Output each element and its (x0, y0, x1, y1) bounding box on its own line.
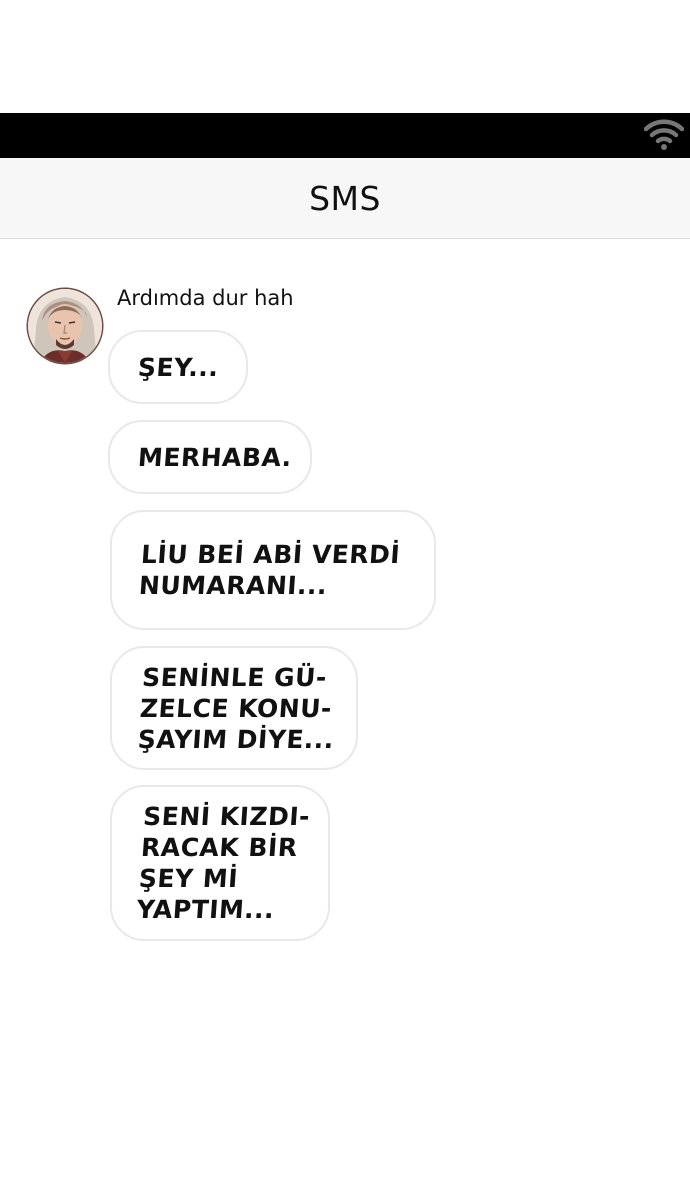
wifi-icon (644, 119, 684, 150)
app-header: SMS (0, 158, 690, 239)
page-title: SMS (309, 178, 381, 218)
status-bar (0, 113, 690, 158)
message-bubble[interactable]: MERHABA. (108, 420, 312, 494)
message-text: SENİNLE GÜ- ZELCE KONU- ŞAYIM DİYE... (136, 662, 336, 754)
message-text: SENİ KIZDI- RACAK BİR ŞEY Mİ YAPTIM... (135, 802, 312, 924)
avatar[interactable] (28, 289, 102, 363)
message-bubble[interactable]: ŞEY... (108, 330, 248, 404)
message-bubble[interactable]: SENİNLE GÜ- ZELCE KONU- ŞAYIM DİYE... (110, 646, 358, 770)
message-text: LİU BEİ ABİ VERDİ NUMARANI... (137, 540, 402, 600)
message-bubble[interactable]: LİU BEİ ABİ VERDİ NUMARANI... (110, 510, 436, 630)
message-bubble[interactable]: SENİ KIZDI- RACAK BİR ŞEY Mİ YAPTIM... (110, 785, 330, 941)
sms-screen: SMS Ardımda dur hah ŞEY... MERHABA. LİU … (0, 0, 690, 1180)
sender-name: Ardımda dur hah (117, 286, 294, 310)
message-text: MERHABA. (136, 442, 293, 472)
message-text: ŞEY... (136, 352, 220, 382)
